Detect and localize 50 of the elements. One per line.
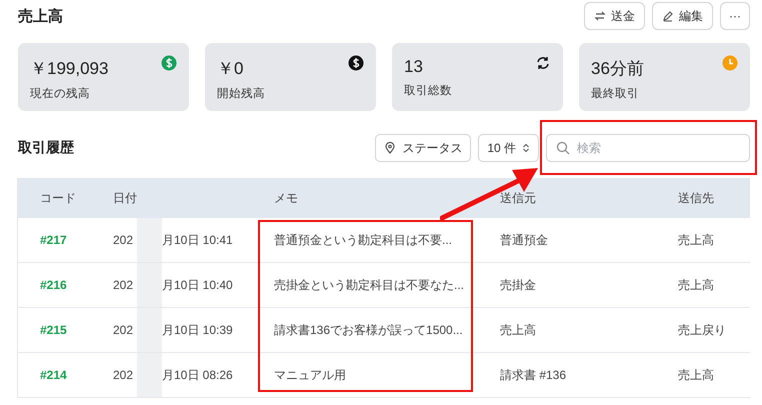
- stat-value: 36分前: [591, 58, 644, 80]
- date-text: 202: [113, 368, 134, 382]
- refresh-icon: [535, 55, 551, 71]
- memo-text: 普通預金という勘定科目は不要...: [274, 232, 452, 248]
- account-text: 売上高: [678, 366, 714, 384]
- section-title: 取引履歴: [18, 139, 74, 157]
- status-filter-button[interactable]: ステータス: [375, 134, 472, 162]
- more-button[interactable]: ···: [720, 2, 750, 30]
- edit-button[interactable]: 編集: [652, 2, 713, 30]
- stat-value: ￥0: [217, 58, 244, 80]
- date-text: 月10日 10:40: [162, 276, 233, 294]
- clock-icon: [722, 55, 738, 71]
- dollar-icon: [161, 55, 177, 71]
- column-header: メモ: [274, 190, 299, 206]
- memo-text: 売掛金という勘定科目は不要なた...: [274, 276, 464, 294]
- search-field[interactable]: 検索: [546, 134, 750, 162]
- column-header: 送信元: [500, 190, 537, 206]
- stat-label: 開始残高: [217, 86, 266, 101]
- account-text: 売上高: [678, 276, 714, 294]
- date-text: 202: [113, 323, 134, 337]
- memo-text: マニュアル用: [274, 366, 346, 384]
- date-text: 月10日 10:41: [162, 232, 233, 248]
- arrows-icon: [594, 10, 606, 22]
- account-text: 売上高: [500, 322, 536, 338]
- date-text: 月10日 08:26: [162, 366, 233, 384]
- pencil-icon: [662, 10, 674, 22]
- stat-label: 最終取引: [591, 86, 640, 101]
- column-header: 送信先: [678, 190, 715, 206]
- stat-value: 13: [404, 57, 423, 77]
- search-icon: [556, 141, 570, 155]
- account-text: 売上高: [678, 232, 714, 248]
- page-title: 売上高: [18, 6, 63, 26]
- account-text: 売上戻り: [678, 322, 726, 338]
- stat-label: 現在の残高: [30, 86, 91, 101]
- account-text: 売掛金: [500, 276, 536, 294]
- dollar-icon: [348, 55, 364, 71]
- stat-value: ￥199,093: [30, 58, 108, 80]
- updown-icon: [522, 143, 530, 153]
- memo-text: 請求書136でお客様が誤って1500...: [274, 322, 463, 338]
- date-text: 月10日 10:39: [162, 322, 233, 338]
- column-header: コード: [39, 190, 77, 206]
- column-header: 日付: [113, 190, 138, 206]
- account-text: 請求書 #136: [500, 366, 566, 384]
- account-text: 普通預金: [500, 232, 548, 248]
- transfer-button[interactable]: 送金: [584, 2, 645, 30]
- pin-icon: [384, 142, 396, 154]
- page-size-select[interactable]: 10 件: [478, 134, 539, 162]
- date-text: 202: [113, 278, 134, 292]
- date-text: 202: [113, 233, 134, 247]
- stat-label: 取引総数: [404, 84, 453, 98]
